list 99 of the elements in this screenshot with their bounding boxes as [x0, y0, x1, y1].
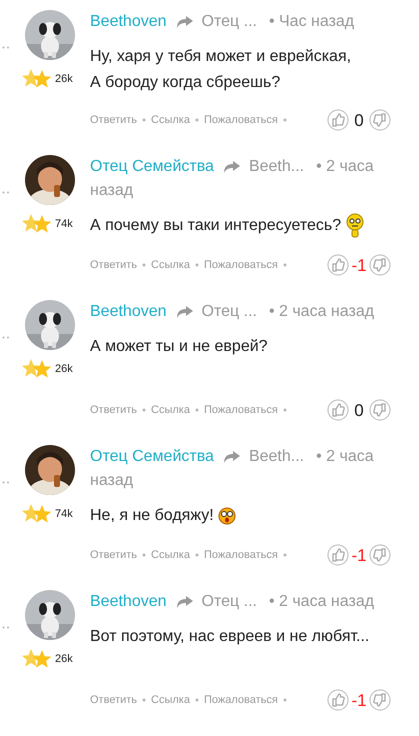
rank-count: 26k [55, 362, 73, 377]
reply-link[interactable]: Ответить [90, 112, 138, 128]
dislike-button[interactable] [369, 544, 391, 566]
separator-dot-icon [142, 263, 146, 268]
reply-link[interactable]: Ответить [90, 547, 138, 564]
vote-score: 0 [353, 110, 365, 132]
author-link[interactable]: Отец Семейства [90, 155, 214, 179]
thumbs-up-icon [327, 544, 349, 566]
separator-dot-icon [282, 263, 287, 268]
reply-link[interactable]: Ответить [90, 257, 138, 274]
author-link[interactable]: Beethoven [90, 10, 167, 34]
report-link[interactable]: Пожаловаться [204, 402, 278, 418]
like-button[interactable] [327, 399, 349, 422]
comment-time: • 2 часа назад [268, 302, 374, 322]
reply-arrow-icon [222, 450, 241, 464]
dislike-button[interactable] [369, 689, 391, 712]
thumbs-down-icon [369, 544, 391, 566]
reply-arrow-icon [176, 595, 194, 609]
separator-dot-icon [194, 263, 199, 268]
separator-dot-icon [194, 118, 199, 122]
separator-dot-icon [142, 118, 146, 122]
rank-count: 26k [55, 652, 73, 667]
comment-text: Вот поэтому, нас евреев и не любят... [90, 628, 370, 645]
separator-dot-icon [142, 408, 146, 412]
like-button[interactable] [327, 689, 349, 712]
dots-icon [2, 336, 10, 340]
report-link[interactable]: Пожаловаться [204, 692, 278, 708]
separator-dot-icon [282, 698, 287, 702]
thumbs-up-icon [327, 109, 349, 132]
thumbs-down-icon [369, 399, 391, 422]
reply-link[interactable]: Ответить [90, 402, 138, 418]
rank-count: 74k [55, 216, 73, 232]
comment-time: • 2 часа [316, 447, 374, 467]
reply-arrow-icon [176, 305, 194, 319]
dots-icon [2, 46, 10, 50]
rank-count: 74k [55, 506, 73, 522]
dots-icon [2, 626, 10, 630]
separator-dot-icon [142, 553, 146, 558]
dots-icon [2, 481, 10, 484]
separator-dot-icon [282, 408, 287, 412]
surprised-emoji-icon [218, 506, 236, 525]
thumbs-up-icon [327, 689, 349, 712]
like-button[interactable] [327, 544, 349, 566]
stars-icon [22, 503, 52, 525]
vote-score: -1 [351, 254, 367, 276]
comment-time: • Час назад [268, 12, 354, 32]
report-link[interactable]: Пожаловаться [204, 547, 278, 564]
comment-text: А почему вы таки интересуетесь? [90, 217, 342, 234]
comment-text: А может ты и не еврей? [90, 338, 268, 355]
vote-score: 0 [353, 400, 365, 422]
rank-count: 26k [55, 72, 73, 87]
reply-to-name: Beeth... [248, 157, 304, 177]
separator-dot-icon [282, 118, 287, 122]
separator-dot-icon [194, 553, 199, 558]
reply-link[interactable]: Ответить [90, 692, 138, 708]
comment-time: • 2 часа назад [268, 592, 374, 612]
author-link[interactable]: Beethoven [90, 300, 167, 324]
separator-dot-icon [194, 408, 199, 412]
comment-time: назад [90, 181, 134, 201]
dislike-button[interactable] [369, 254, 391, 276]
vote-score: -1 [351, 690, 367, 712]
permalink-link[interactable]: Ссылка [151, 257, 190, 274]
permalink-link[interactable]: Ссылка [151, 112, 190, 128]
dislike-button[interactable] [369, 109, 391, 132]
thumbs-up-icon [327, 399, 349, 422]
reply-to-name: Отец ... [202, 12, 257, 32]
report-link[interactable]: Пожаловаться [204, 257, 278, 274]
author-link[interactable]: Beethoven [90, 590, 167, 614]
separator-dot-icon [194, 698, 199, 702]
stars-icon [22, 213, 52, 235]
permalink-link[interactable]: Ссылка [151, 402, 190, 418]
thumbs-down-icon [369, 254, 391, 276]
author-link[interactable]: Отец Семейства [90, 445, 214, 469]
stars-icon [22, 648, 52, 670]
comment-time: • 2 часа [316, 157, 374, 177]
comment-text: Не, я не бодяжу! [90, 507, 214, 524]
thumbs-up-icon [327, 254, 349, 276]
comment-time: назад [90, 471, 134, 491]
dislike-button[interactable] [369, 399, 391, 422]
thinking-emoji-icon [346, 213, 364, 239]
permalink-link[interactable]: Ссылка [151, 692, 190, 708]
like-button[interactable] [327, 109, 349, 132]
thumbs-down-icon [369, 689, 391, 712]
reply-to-name: Отец ... [202, 302, 257, 322]
dots-icon [2, 191, 10, 194]
comment-text: Ну, харя у тебя может и еврейская, А бороду когда сбреешь? [90, 48, 352, 91]
reply-to-name: Отец ... [202, 592, 257, 612]
reply-arrow-icon [176, 15, 194, 29]
thumbs-down-icon [369, 109, 391, 132]
separator-dot-icon [282, 553, 287, 558]
reply-to-name: Beeth... [248, 447, 304, 467]
stars-icon [22, 358, 52, 380]
stars-icon [22, 68, 52, 90]
like-button[interactable] [327, 254, 349, 276]
reply-arrow-icon [222, 160, 241, 174]
report-link[interactable]: Пожаловаться [204, 112, 278, 128]
separator-dot-icon [142, 698, 146, 702]
vote-score: -1 [351, 544, 367, 566]
permalink-link[interactable]: Ссылка [151, 547, 190, 564]
